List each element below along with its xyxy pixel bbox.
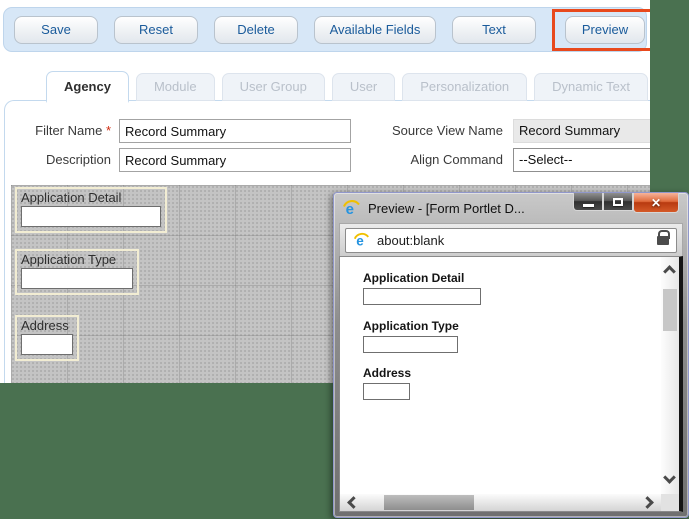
scroll-down-icon[interactable]	[663, 471, 676, 484]
canvas-field-input[interactable]	[21, 334, 73, 355]
description-input[interactable]	[119, 148, 351, 172]
scroll-right-icon[interactable]	[641, 496, 654, 509]
scroll-up-icon[interactable]	[663, 265, 676, 278]
url-text: about:blank	[377, 233, 650, 248]
preview-field-label: Application Type	[363, 319, 459, 333]
canvas-field-label: Application Detail	[21, 190, 161, 205]
toolbar: Save Reset Delete Available Fields Text …	[3, 7, 647, 52]
tab-user-group[interactable]: User Group	[222, 73, 325, 101]
tab-dynamic-text[interactable]: Dynamic Text	[534, 73, 648, 101]
preview-highlight-annotation: Preview	[552, 9, 650, 51]
filter-name-label-text: Filter Name	[35, 123, 102, 138]
scroll-left-icon[interactable]	[347, 496, 360, 509]
preview-button[interactable]: Preview	[565, 16, 645, 44]
preview-field-input[interactable]	[363, 336, 458, 353]
desktop-background: Save Reset Delete Available Fields Text …	[0, 0, 689, 519]
close-button[interactable]: ✕	[633, 193, 679, 213]
close-icon: ✕	[651, 196, 661, 210]
lock-icon	[657, 236, 669, 245]
svg-text:e: e	[346, 201, 354, 218]
canvas-field-application-type[interactable]: Application Type	[15, 249, 139, 295]
ie-page-icon: e	[353, 232, 370, 249]
preview-field-application-type: Application Type	[363, 319, 459, 353]
minimize-icon	[583, 204, 594, 207]
preview-field-label: Application Detail	[363, 271, 481, 285]
tab-agency[interactable]: Agency	[46, 71, 129, 103]
preview-window-titlebar[interactable]: e Preview - [Form Portlet D... ✕	[334, 193, 688, 223]
filter-name-label: Filter Name *	[5, 123, 111, 138]
preview-page-content: Application Detail Application Type Addr…	[339, 256, 683, 512]
reset-button[interactable]: Reset	[114, 16, 198, 44]
ie-logo-icon: e	[342, 199, 361, 218]
horizontal-scroll-thumb[interactable]	[384, 495, 474, 510]
text-button[interactable]: Text	[452, 16, 536, 44]
tab-module[interactable]: Module	[136, 73, 215, 101]
description-label: Description	[5, 152, 111, 167]
maximize-icon	[613, 198, 623, 206]
tab-bar: Agency Module User Group User Personaliz…	[46, 71, 648, 101]
window-controls: ✕	[573, 193, 679, 213]
canvas-field-application-detail[interactable]: Application Detail	[15, 187, 167, 233]
url-field[interactable]: e about:blank	[345, 228, 677, 253]
preview-field-address: Address	[363, 366, 411, 400]
save-button[interactable]: Save	[14, 16, 98, 44]
scrollbar-corner	[661, 494, 679, 511]
vertical-scroll-thumb[interactable]	[663, 289, 677, 331]
canvas-field-label: Address	[21, 318, 73, 333]
svg-text:e: e	[356, 233, 364, 248]
source-view-name-select[interactable]: Record Summary	[513, 119, 650, 143]
preview-window: e Preview - [Form Portlet D... ✕ e	[333, 192, 689, 518]
preview-field-label: Address	[363, 366, 411, 380]
preview-field-application-detail: Application Detail	[363, 271, 481, 305]
source-view-name-label: Source View Name	[363, 123, 503, 138]
canvas-field-input[interactable]	[21, 206, 161, 227]
canvas-field-label: Application Type	[21, 252, 133, 267]
preview-field-input[interactable]	[363, 383, 410, 400]
preview-field-input[interactable]	[363, 288, 481, 305]
minimize-button[interactable]	[573, 193, 603, 211]
available-fields-button[interactable]: Available Fields	[314, 16, 436, 44]
maximize-button[interactable]	[603, 193, 633, 211]
delete-button[interactable]: Delete	[214, 16, 298, 44]
align-command-label: Align Command	[363, 152, 503, 167]
horizontal-scrollbar[interactable]	[340, 494, 661, 511]
required-asterisk: *	[106, 123, 111, 138]
canvas-field-address[interactable]: Address	[15, 315, 79, 361]
tab-user[interactable]: User	[332, 73, 395, 101]
tab-personalization[interactable]: Personalization	[402, 73, 527, 101]
canvas-field-input[interactable]	[21, 268, 133, 289]
filter-name-input[interactable]	[119, 119, 351, 143]
align-command-select[interactable]: --Select--	[513, 148, 650, 172]
vertical-scrollbar[interactable]	[661, 257, 679, 494]
address-bar: e about:blank	[339, 223, 683, 256]
